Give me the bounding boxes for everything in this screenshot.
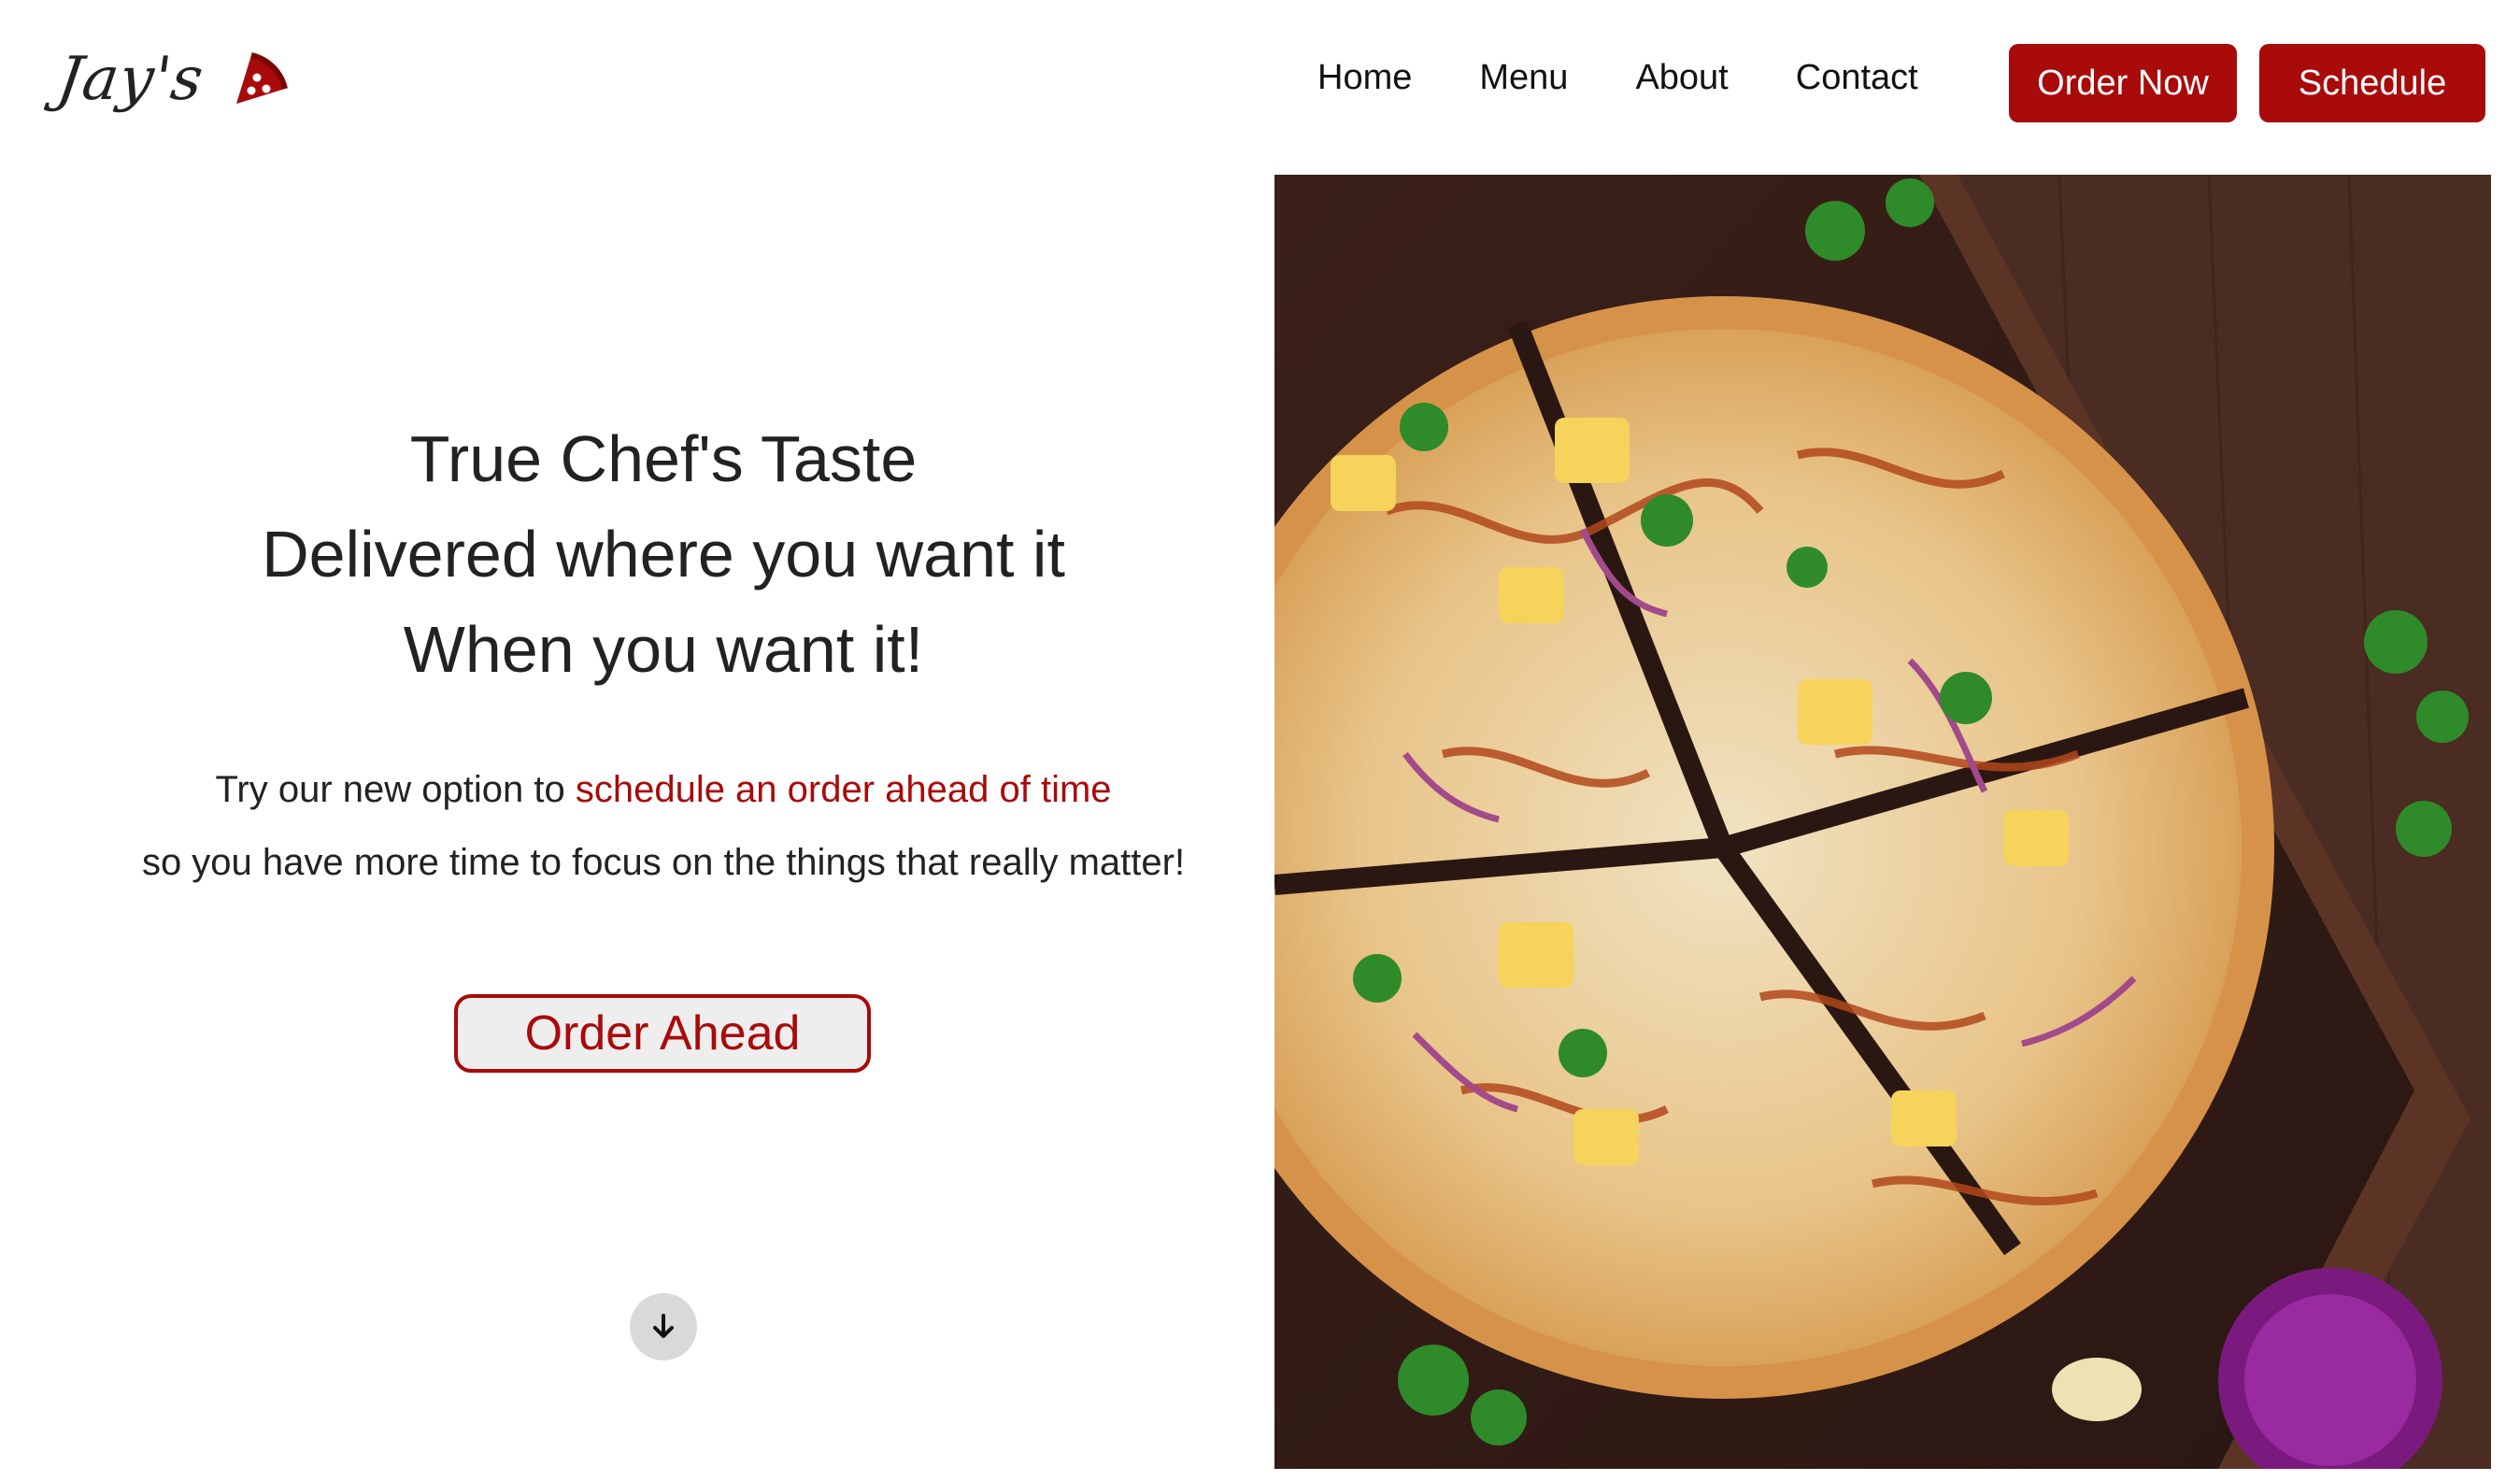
brand-logo[interactable]: Jay's — [53, 45, 291, 114]
schedule-button[interactable]: Schedule — [2259, 44, 2485, 122]
pizza-slice-icon — [236, 52, 289, 104]
nav-home[interactable]: Home — [1317, 58, 1412, 98]
headline-line-2: Delivered where you want it — [262, 518, 1065, 591]
arrow-down-icon — [653, 1314, 674, 1338]
hero-tagline: Try our new option to schedule an order … — [56, 753, 1271, 899]
hero-headline: True Chef's Taste Delivered where you wa… — [56, 411, 1271, 697]
tagline-highlight: schedule an order ahead of time — [575, 769, 1112, 810]
tagline-prefix: Try our new option to — [215, 769, 576, 810]
nav-menu[interactable]: Menu — [1479, 58, 1568, 98]
nav-about[interactable]: About — [1635, 58, 1728, 98]
scroll-down-button[interactable] — [630, 1293, 697, 1360]
order-ahead-button[interactable]: Order Ahead — [454, 994, 871, 1073]
hero-text: True Chef's Taste Delivered where you wa… — [56, 411, 1271, 899]
main-nav: Home Menu About Contact — [1317, 58, 1918, 98]
nav-contact[interactable]: Contact — [1796, 58, 1918, 98]
tagline-suffix: so you have more time to focus on the th… — [141, 842, 1186, 883]
pizza-photo — [1274, 175, 2491, 1469]
headline-line-1: True Chef's Taste — [409, 422, 918, 495]
order-now-button[interactable]: Order Now — [2009, 44, 2237, 122]
headline-line-3: When you want it! — [403, 613, 924, 686]
brand-name: Jay's — [52, 45, 208, 114]
site-header: Jay's Home Menu About Contact Order Now … — [0, 0, 2520, 173]
